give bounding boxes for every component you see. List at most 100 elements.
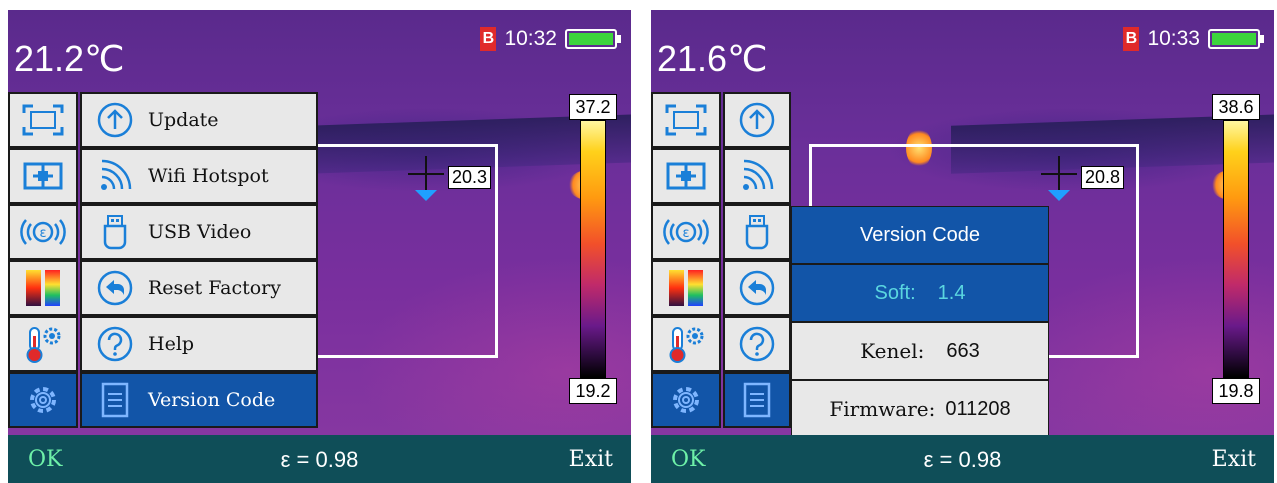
help-icon	[739, 326, 775, 362]
sidebar-item-temp-settings[interactable]	[8, 316, 78, 372]
menu-item-usb-video[interactable]: USB Video	[80, 204, 318, 260]
menu-item-wifi[interactable]: Wifi Hotspot	[80, 148, 318, 204]
roi-frame-icon	[22, 104, 64, 136]
emissivity-icon: ε	[663, 219, 709, 245]
menu-item-update[interactable]	[723, 92, 791, 148]
menu-label: Version Code	[148, 389, 276, 411]
main-sidebar: ε	[8, 92, 78, 428]
palette-bar	[580, 120, 606, 378]
spot-temperature: 20.8	[1081, 166, 1125, 189]
spot-crosshair-icon	[1041, 156, 1077, 192]
menu-item-version-code[interactable]	[723, 372, 791, 428]
firmware-version-row: Firmware: 011208	[791, 380, 1049, 438]
sidebar-item-center-spot[interactable]	[651, 148, 721, 204]
menu-item-wifi[interactable]	[723, 148, 791, 204]
wifi-icon	[101, 159, 132, 190]
sidebar-item-emissivity[interactable]: ε	[651, 204, 721, 260]
sidebar-item-palette[interactable]	[8, 260, 78, 316]
recording-badge: B	[1123, 27, 1140, 51]
sidebar-item-emissivity[interactable]: ε	[8, 204, 78, 260]
soft-value: 1.4	[937, 281, 966, 304]
thermal-screen-version: 21.6℃ B 10:33 20.8 38.6 19.8 ε Version C…	[651, 10, 1274, 483]
palette-icon	[669, 270, 703, 306]
sidebar-item-palette[interactable]	[651, 260, 721, 316]
sidebar-item-system-settings[interactable]	[8, 372, 78, 428]
scale-min: 19.2	[569, 378, 617, 404]
spot-temperature: 20.3	[448, 166, 492, 189]
upload-icon	[97, 102, 133, 138]
menu-label: Help	[148, 333, 195, 355]
gear-icon	[673, 387, 699, 413]
version-code-panel: Version Code Soft: 1.4 Kenel: 663 Firmwa…	[791, 206, 1049, 438]
sidebar-item-temp-settings[interactable]	[651, 316, 721, 372]
thermometer-settings-icon	[26, 327, 61, 363]
kenel-value: 663	[946, 339, 980, 362]
center-spot-icon	[666, 162, 706, 190]
submenu-icon-column	[723, 92, 791, 428]
status-bar: B 10:32	[480, 24, 631, 54]
usb-icon	[745, 215, 769, 250]
emissivity-icon: ε	[20, 219, 66, 245]
firmware-label: Firmware:	[829, 397, 936, 421]
wifi-icon	[743, 159, 774, 190]
status-bar: B 10:33	[1123, 24, 1274, 54]
version-panel-title: Version Code	[791, 206, 1049, 264]
soft-label: Soft:	[874, 281, 916, 304]
clock: 10:33	[1147, 27, 1200, 50]
menu-item-update[interactable]: Update	[80, 92, 318, 148]
reset-icon	[97, 270, 133, 306]
center-temperature: 21.6℃	[657, 38, 768, 79]
menu-item-reset-factory[interactable]: Reset Factory	[80, 260, 318, 316]
sidebar-item-center-spot[interactable]	[8, 148, 78, 204]
svg-text:ε: ε	[39, 226, 46, 241]
roi-frame-icon	[665, 104, 707, 136]
bottom-bar: OK ε = 0.98 Exit	[8, 435, 631, 483]
recording-badge: B	[480, 27, 497, 51]
temperature-scale: 38.6 19.8	[1212, 94, 1260, 404]
palette-bar	[1223, 120, 1249, 378]
menu-label: Reset Factory	[148, 277, 281, 299]
palette-icon	[26, 270, 60, 306]
menu-item-version-code[interactable]: Version Code	[80, 372, 318, 428]
cold-spot-marker-icon	[1048, 190, 1070, 201]
exit-button[interactable]: Exit	[1212, 447, 1256, 472]
help-icon	[97, 326, 133, 362]
bottom-bar: OK ε = 0.98 Exit	[651, 435, 1274, 483]
battery-icon	[565, 29, 621, 49]
center-temperature: 21.2℃	[14, 38, 125, 79]
menu-item-help[interactable]	[723, 316, 791, 372]
thermal-screen-menu: 21.2℃ B 10:32 20.3 37.2 19.2 ε Update Wi…	[8, 10, 631, 483]
scale-min: 19.8	[1212, 378, 1260, 404]
usb-icon	[103, 215, 127, 250]
scale-max: 38.6	[1212, 94, 1260, 120]
scale-max: 37.2	[569, 94, 617, 120]
sidebar-item-roi[interactable]	[651, 92, 721, 148]
main-sidebar: ε	[651, 92, 721, 428]
center-spot-icon	[23, 162, 63, 190]
clock: 10:32	[504, 27, 557, 50]
menu-item-usb-video[interactable]	[723, 204, 791, 260]
kenel-version-row: Kenel: 663	[791, 322, 1049, 380]
cold-spot-marker-icon	[415, 190, 437, 201]
battery-icon	[1208, 29, 1264, 49]
firmware-value: 011208	[945, 397, 1011, 420]
svg-text:ε: ε	[682, 226, 689, 241]
emissivity-readout: ε = 0.98	[923, 447, 1002, 472]
menu-label: USB Video	[148, 221, 252, 243]
sidebar-item-roi[interactable]	[8, 92, 78, 148]
document-icon	[101, 382, 129, 418]
temperature-scale: 37.2 19.2	[569, 94, 617, 404]
sidebar-item-system-settings[interactable]	[651, 372, 721, 428]
exit-button[interactable]: Exit	[569, 447, 613, 472]
soft-version-row: Soft: 1.4	[791, 264, 1049, 322]
menu-label: Wifi Hotspot	[148, 165, 269, 187]
kenel-label: Kenel:	[860, 339, 925, 363]
menu-item-reset-factory[interactable]	[723, 260, 791, 316]
emissivity-readout: ε = 0.98	[280, 447, 359, 472]
document-icon	[743, 382, 771, 418]
gear-icon	[30, 387, 56, 413]
settings-menu: Update Wifi Hotspot USB Video Reset Fact…	[80, 92, 318, 428]
menu-label: Update	[148, 109, 219, 131]
menu-item-help[interactable]: Help	[80, 316, 318, 372]
upload-icon	[739, 102, 775, 138]
